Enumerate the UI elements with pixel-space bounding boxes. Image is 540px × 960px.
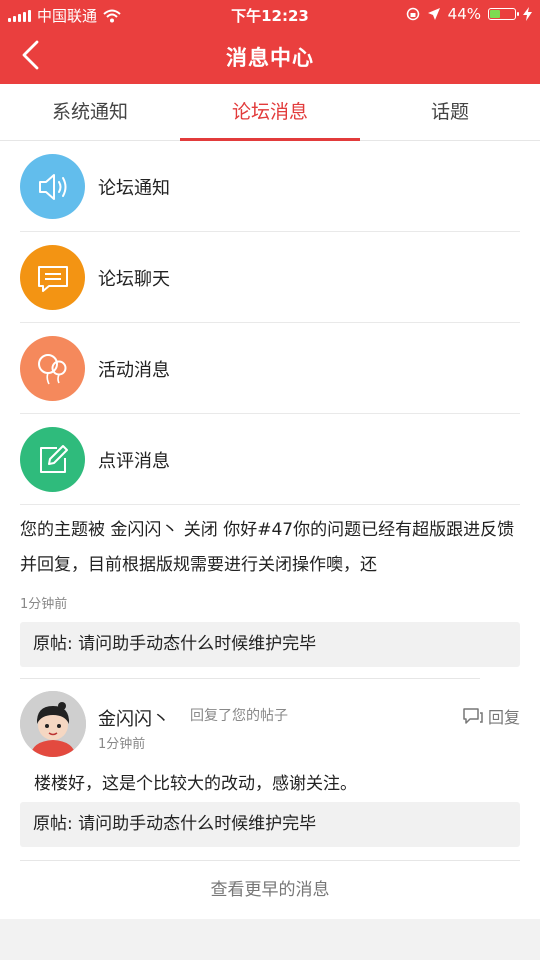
- reply-action-text: 回复了您的帖子: [190, 708, 288, 724]
- reply-button-label: 回复: [487, 708, 520, 727]
- quote-text: 原帖: 请问助手动态什么时候维护完毕: [33, 814, 317, 834]
- status-bar: 中国联通 下午12:23 44%: [0, 0, 540, 28]
- original-post-quote[interactable]: 原帖: 请问助手动态什么时候维护完毕: [20, 622, 520, 667]
- category-activity[interactable]: 活动消息: [0, 323, 540, 414]
- category-forum-notice[interactable]: 论坛通知: [0, 141, 540, 232]
- avatar[interactable]: [20, 691, 86, 757]
- reply-icon: [463, 708, 483, 724]
- tab-bar: 系统通知 论坛消息 话题: [0, 84, 540, 141]
- edit-icon: [20, 427, 85, 492]
- header-bar: 中国联通 下午12:23 44% 消息中心: [0, 0, 540, 84]
- original-post-quote[interactable]: 原帖: 请问助手动态什么时候维护完毕: [20, 802, 520, 847]
- category-label: 论坛聊天: [98, 269, 170, 290]
- chat-bubble-icon: [20, 245, 85, 310]
- category-review[interactable]: 点评消息: [0, 414, 540, 505]
- speaker-icon: [20, 154, 85, 219]
- category-label: 点评消息: [98, 451, 170, 472]
- tab-system-notice[interactable]: 系统通知: [0, 84, 180, 140]
- reply-username[interactable]: 金闪闪丶: [98, 705, 170, 731]
- reply-text[interactable]: 楼楼好，这是个比较大的改动，感谢关注。: [34, 769, 357, 794]
- lock-rotation-icon: [406, 7, 419, 21]
- quote-text: 原帖: 请问助手动态什么时候维护完毕: [33, 634, 317, 654]
- balloons-icon: [20, 336, 85, 401]
- reply-button[interactable]: 回复: [462, 704, 520, 728]
- charging-icon: [523, 7, 532, 21]
- page-title: 消息中心: [226, 46, 314, 70]
- nav-bar: 消息中心: [0, 28, 540, 84]
- tab-topics[interactable]: 话题: [360, 84, 540, 140]
- location-arrow-icon: [427, 8, 440, 20]
- message-list: 论坛通知 论坛聊天 活动消息 点评消息 您的主题被 金闪闪丶 关闭 你好#47你…: [0, 141, 540, 919]
- divider: [20, 678, 480, 679]
- category-label: 论坛通知: [98, 178, 170, 199]
- category-label: 活动消息: [98, 360, 170, 381]
- notice-text[interactable]: 您的主题被 金闪闪丶 关闭 你好#47你的问题已经有超版跟进反馈并回复，目前根据…: [20, 513, 520, 583]
- load-earlier-button[interactable]: 查看更早的消息: [20, 861, 520, 919]
- divider: [20, 504, 520, 505]
- battery-percent: 44%: [447, 5, 481, 23]
- tab-forum-messages[interactable]: 论坛消息: [180, 84, 360, 141]
- battery-icon: [488, 8, 519, 20]
- category-forum-chat[interactable]: 论坛聊天: [0, 232, 540, 323]
- notice-time: 1分钟前: [20, 597, 68, 612]
- reply-time: 1分钟前: [98, 737, 146, 752]
